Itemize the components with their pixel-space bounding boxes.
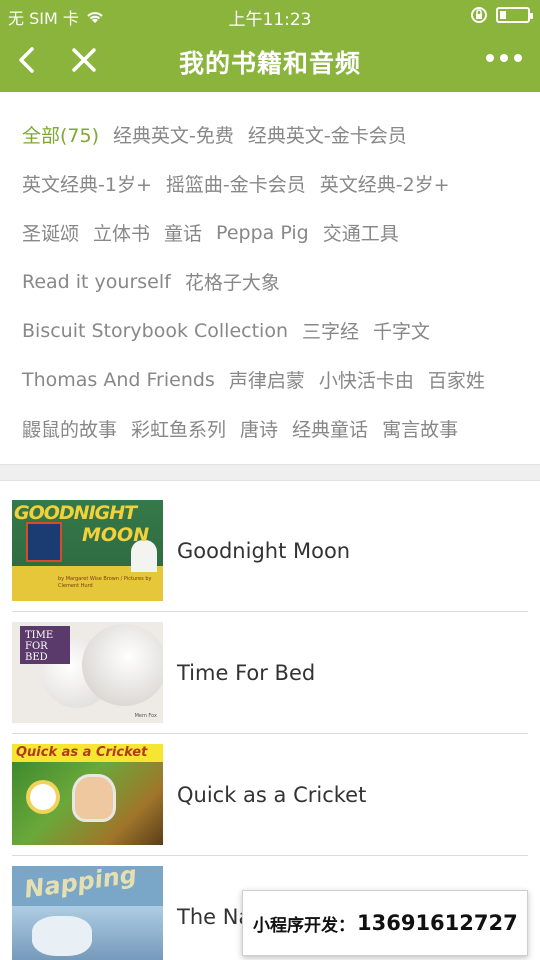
rotation-lock-icon bbox=[471, 7, 487, 23]
tag-row: 鼹鼠的故事 彩虹鱼系列 唐诗 经典童话 寓言故事 bbox=[22, 404, 526, 453]
cover-byline: Mem Fox bbox=[134, 713, 157, 719]
tag-row: 全部(75) 经典英文-免费 经典英文-金卡会员 bbox=[22, 110, 526, 159]
category-tag[interactable]: Peppa Pig bbox=[216, 222, 309, 244]
category-tag[interactable]: 百家姓 bbox=[428, 366, 485, 393]
category-tag[interactable]: 交通工具 bbox=[323, 219, 399, 246]
category-tag[interactable]: 花格子大象 bbox=[185, 268, 280, 295]
status-right bbox=[470, 6, 533, 24]
cover-title: Napping bbox=[22, 866, 139, 904]
section-divider bbox=[0, 464, 540, 481]
book-cover-goodnight-moon[interactable]: GOODNIGHT MOON by Margaret Wise Brown / … bbox=[12, 500, 163, 601]
tag-row: Biscuit Storybook Collection 三字经 千字文 bbox=[22, 306, 526, 355]
category-tag[interactable]: 三字经 bbox=[302, 317, 359, 344]
category-tag[interactable]: 经典童话 bbox=[292, 415, 368, 442]
tag-row: Read it yourself 花格子大象 bbox=[22, 257, 526, 306]
category-tag[interactable]: 英文经典-1岁+ bbox=[22, 170, 152, 197]
cover-title: TIME FOR BED bbox=[20, 626, 70, 664]
category-tag[interactable]: 彩虹鱼系列 bbox=[131, 415, 226, 442]
category-tag[interactable]: 千字文 bbox=[373, 317, 430, 344]
category-tag[interactable]: 摇篮曲-金卡会员 bbox=[166, 170, 306, 197]
status-bar: 无 SIM 卡 上午11:23 bbox=[0, 0, 540, 30]
badge-phone: 13691612727 bbox=[357, 911, 518, 935]
cover-title: Quick as a Cricket bbox=[16, 745, 148, 760]
tag-row: 圣诞颂 立体书 童话 Peppa Pig 交通工具 bbox=[22, 208, 526, 257]
book-cover-time-for-bed[interactable]: TIME FOR BED Mem Fox bbox=[12, 622, 163, 723]
book-cover-quick-as-a-cricket[interactable]: Quick as a Cricket bbox=[12, 744, 163, 845]
book-title[interactable]: The Na bbox=[177, 905, 251, 929]
cover-title: GOODNIGHT bbox=[14, 502, 137, 524]
category-tag[interactable]: Thomas And Friends bbox=[22, 369, 215, 391]
list-item[interactable]: TIME FOR BED Mem Fox Time For Bed bbox=[12, 612, 528, 734]
category-tag[interactable]: 声律启蒙 bbox=[229, 366, 305, 393]
category-tag[interactable]: Biscuit Storybook Collection bbox=[22, 320, 288, 342]
book-title[interactable]: Goodnight Moon bbox=[177, 539, 350, 563]
cover-byline: by Margaret Wise Brown / Pictures by Cle… bbox=[58, 576, 152, 589]
badge-label: 小程序开发： bbox=[253, 915, 355, 936]
book-cover-napping[interactable]: Napping bbox=[12, 866, 163, 960]
book-title[interactable]: Time For Bed bbox=[177, 661, 315, 685]
category-tag[interactable]: 立体书 bbox=[93, 219, 150, 246]
status-time: 上午11:23 bbox=[228, 10, 312, 30]
page-title: 我的书籍和音频 bbox=[178, 49, 361, 78]
contact-badge: 小程序开发： 13691612727 bbox=[242, 890, 528, 956]
list-item[interactable]: GOODNIGHT MOON by Margaret Wise Brown / … bbox=[12, 490, 528, 612]
category-tag[interactable]: 圣诞颂 bbox=[22, 219, 79, 246]
book-title[interactable]: Quick as a Cricket bbox=[177, 783, 366, 807]
category-tag[interactable]: 鼹鼠的故事 bbox=[22, 415, 117, 442]
category-tag[interactable]: 唐诗 bbox=[240, 415, 278, 442]
list-item[interactable]: Quick as a Cricket Quick as a Cricket bbox=[12, 734, 528, 856]
category-tag[interactable]: 经典英文-金卡会员 bbox=[248, 121, 407, 148]
category-tag[interactable]: 小快活卡由 bbox=[319, 366, 414, 393]
top-bar: 无 SIM 卡 上午11:23 我的书籍和音频 bbox=[0, 0, 540, 92]
cover-title: MOON bbox=[82, 524, 150, 546]
battery-icon bbox=[496, 7, 533, 23]
category-tags: 全部(75) 经典英文-免费 经典英文-金卡会员英文经典-1岁+ 摇篮曲-金卡会员 英文… bbox=[0, 92, 540, 464]
more-dots-icon[interactable] bbox=[486, 54, 522, 62]
tag-row: Thomas And Friends 声律启蒙 小快活卡由 百家姓 bbox=[22, 355, 526, 404]
category-tag[interactable]: 寓言故事 bbox=[382, 415, 458, 442]
tag-row: 英文经典-1岁+ 摇篮曲-金卡会员 英文经典-2岁+ bbox=[22, 159, 526, 208]
category-tag[interactable]: 童话 bbox=[164, 219, 202, 246]
nav-bar: 我的书籍和音频 bbox=[0, 30, 540, 92]
category-tag[interactable]: 经典英文-免费 bbox=[113, 121, 234, 148]
category-tag[interactable]: 英文经典-2岁+ bbox=[320, 170, 450, 197]
category-tag[interactable]: Read it yourself bbox=[22, 271, 171, 293]
category-tag[interactable]: 全部(75) bbox=[22, 121, 99, 148]
